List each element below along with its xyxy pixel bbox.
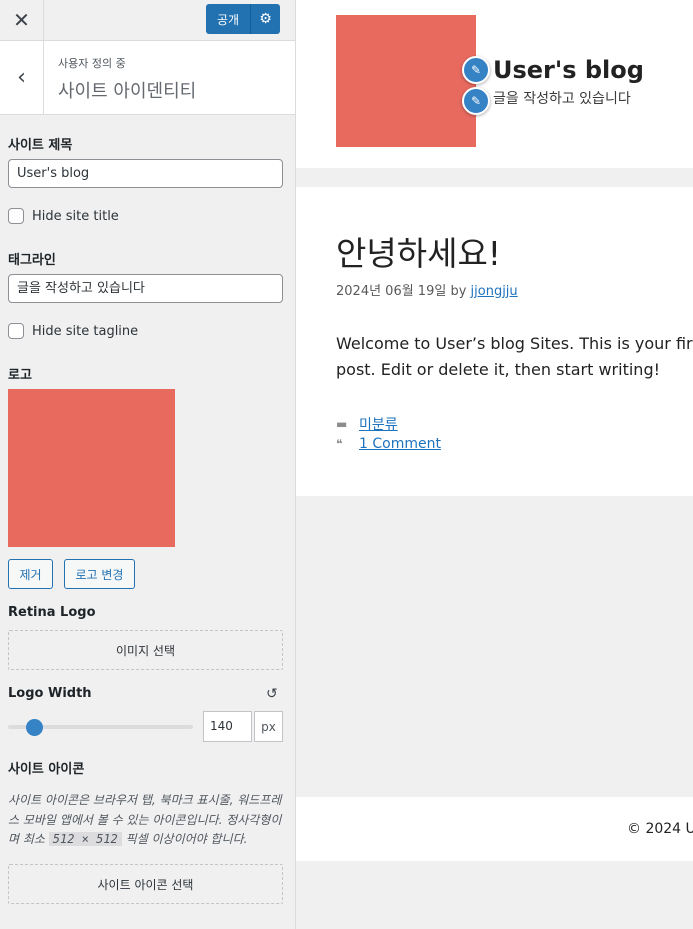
logo-label: 로고 [8, 368, 32, 383]
tagline-input[interactable]: 글을 작성하고 있습니다 [8, 274, 283, 303]
section-header: ‹ 사용자 정의 중 사이트 아이덴티티 [0, 41, 295, 115]
change-logo-button[interactable]: 로고 변경 [64, 559, 135, 589]
publish-button[interactable]: 공개 [206, 4, 251, 34]
select-site-icon-button[interactable]: 사이트 아이콘 선택 [8, 864, 283, 904]
hide-tagline-checkbox[interactable] [8, 323, 24, 339]
tagline-label: 태그라인 [8, 253, 56, 268]
post-title[interactable]: 안녕하세요! [336, 227, 501, 275]
post-comments-row: ❝ 1 Comment [336, 436, 441, 452]
logo-thumbnail[interactable] [8, 389, 175, 547]
pencil-icon[interactable]: ✎ [462, 87, 490, 115]
chevron-left-icon[interactable]: ‹ [0, 41, 44, 114]
site-preview: ✎ ✎ User's blog 글을 작성하고 있습니다 안녕하세요! 2024… [296, 0, 693, 929]
site-icon-label: 사이트 아이콘 [8, 762, 85, 777]
logo-width-input[interactable]: 140 [203, 711, 252, 742]
logo-width-label: Logo Width [8, 686, 92, 701]
close-icon[interactable]: ✕ [0, 0, 44, 40]
customizer-sidebar: ✕ 공개 ⚙ ‹ 사용자 정의 중 사이트 아이덴티티 사이트 제목 User'… [0, 0, 296, 929]
reset-icon[interactable]: ↺ [266, 686, 278, 702]
hide-tagline-label: Hide site tagline [32, 323, 139, 339]
post-date: 2024년 06월 19일 by [336, 284, 471, 299]
site-logo[interactable] [336, 15, 476, 147]
publish-button-group: 공개 ⚙ [206, 4, 280, 34]
site-title-label: 사이트 제목 [8, 138, 73, 153]
preview-site-title[interactable]: User's blog [493, 56, 644, 84]
preview-site-tagline: 글을 작성하고 있습니다 [493, 91, 631, 107]
site-title-input[interactable]: User's blog [8, 159, 283, 188]
post-body: Welcome to User’s blog Sites. This is yo… [336, 334, 693, 379]
logo-width-unit: px [254, 711, 283, 742]
site-icon-desc-part2: 픽셀 이상이어야 합니다. [121, 832, 248, 846]
category-link[interactable]: 미분류 [359, 414, 398, 434]
customizing-label: 사용자 정의 중 [58, 57, 126, 70]
hide-site-title-checkbox[interactable] [8, 208, 24, 224]
hide-site-title-row: Hide site title [8, 208, 119, 224]
gear-icon[interactable]: ⚙ [251, 4, 280, 34]
pencil-icon[interactable]: ✎ [462, 56, 490, 84]
remove-logo-button[interactable]: 제거 [8, 559, 53, 589]
hide-site-title-label: Hide site title [32, 208, 119, 224]
site-icon-size: 512 × 512 [48, 832, 122, 846]
folder-icon: ▬ [336, 417, 348, 431]
post-article: 안녕하세요! 2024년 06월 19일 by jjongjju Welcome… [296, 187, 693, 496]
copyright-text: © 2024 User's blog [627, 821, 693, 837]
comments-link[interactable]: 1 Comment [359, 436, 441, 452]
site-footer: © 2024 User's blog [296, 797, 693, 861]
site-icon-description: 사이트 아이콘은 브라우저 탭, 북마크 표시줄, 워드프레스 모바일 앱에서 … [8, 791, 284, 850]
post-author-link[interactable]: jjongjju [471, 284, 518, 299]
comments-icon: ❝ [336, 437, 343, 451]
logo-width-slider-thumb[interactable] [26, 719, 43, 736]
site-header: ✎ ✎ User's blog 글을 작성하고 있습니다 [296, 0, 693, 168]
retina-logo-label: Retina Logo [8, 605, 96, 620]
customizer-header: ✕ 공개 ⚙ [0, 0, 295, 41]
section-title: 사이트 아이덴티티 [58, 81, 197, 102]
hide-tagline-row: Hide site tagline [8, 323, 138, 339]
post-meta: 2024년 06월 19일 by jjongjju [336, 280, 518, 299]
post-category-row: ▬ 미분류 [336, 414, 398, 434]
select-image-button[interactable]: 이미지 선택 [8, 630, 283, 670]
